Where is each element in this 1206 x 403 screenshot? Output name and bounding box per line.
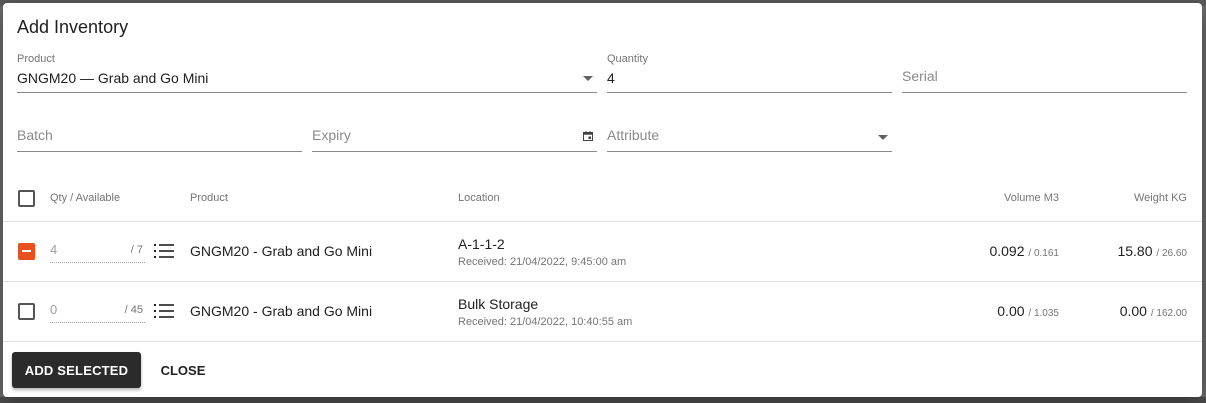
row-weight-value: 15.80 (1117, 243, 1153, 259)
list-icon[interactable] (154, 243, 174, 259)
column-header-qty: Qty / Available (50, 192, 121, 204)
table-divider (3, 281, 1202, 282)
column-header-volume: Volume M3 (1003, 192, 1059, 204)
column-header-location: Location (458, 192, 500, 204)
product-label: Product (17, 53, 55, 65)
expiry-field[interactable]: Expiry (312, 115, 597, 152)
row-product: GNGM20 - Grab and Go Mini (190, 303, 373, 319)
row-checkbox[interactable] (18, 303, 35, 320)
row-location: Bulk Storage (458, 296, 539, 312)
select-all-checkbox[interactable] (18, 190, 35, 207)
page-backdrop (0, 397, 1206, 403)
calendar-icon[interactable] (583, 131, 593, 141)
row-checkbox[interactable] (18, 243, 35, 260)
table-divider (3, 341, 1202, 342)
product-value: GNGM20 — Grab and Go Mini (17, 70, 209, 86)
add-selected-button[interactable]: ADD SELECTED (12, 352, 141, 388)
quantity-value: 4 (607, 70, 615, 86)
product-select[interactable]: Product GNGM20 — Grab and Go Mini (17, 53, 597, 93)
attribute-placeholder: Attribute (607, 127, 660, 143)
row-weight-value: 0.00 (1119, 303, 1147, 319)
row-quantity-input[interactable]: 4 / 7 (50, 240, 145, 263)
row-available: / 45 (124, 304, 143, 316)
row-quantity-value: 0 (50, 302, 58, 317)
expiry-placeholder: Expiry (312, 127, 351, 143)
row-volume-value: 0.092 (989, 243, 1025, 259)
row-weight-total: / 162.00 (1150, 308, 1187, 319)
row-available: / 7 (130, 244, 143, 256)
table-divider (3, 221, 1202, 222)
row-weight: 15.80 / 26.60 (1031, 243, 1187, 259)
chevron-down-icon[interactable] (583, 76, 593, 81)
serial-placeholder: Serial (902, 68, 938, 84)
row-weight: 0.00 / 162.00 (1031, 303, 1187, 319)
list-icon[interactable] (154, 303, 174, 319)
row-quantity-input[interactable]: 0 / 45 (50, 300, 145, 323)
column-header-weight: Weight KG (1134, 192, 1187, 204)
dialog-title: Add Inventory (17, 17, 129, 37)
quantity-field[interactable]: Quantity 4 (607, 53, 892, 93)
batch-placeholder: Batch (17, 127, 53, 143)
quantity-label: Quantity (607, 53, 648, 65)
column-header-product: Product (190, 192, 228, 204)
serial-field[interactable]: Serial (902, 53, 1187, 93)
row-product: GNGM20 - Grab and Go Mini (190, 243, 373, 259)
close-button[interactable]: CLOSE (151, 352, 215, 388)
row-weight-total: / 26.60 (1156, 248, 1187, 259)
attribute-select[interactable]: Attribute (607, 115, 892, 152)
row-location: A-1-1-2 (458, 236, 505, 252)
row-received: Received: 21/04/2022, 9:45:00 am (458, 256, 627, 268)
chevron-down-icon[interactable] (878, 135, 888, 140)
row-quantity-value: 4 (50, 242, 58, 257)
row-volume-value: 0.00 (997, 303, 1025, 319)
row-received: Received: 21/04/2022, 10:40:55 am (458, 316, 633, 328)
add-inventory-dialog: Add Inventory Product GNGM20 — Grab and … (3, 3, 1202, 397)
batch-field[interactable]: Batch (17, 115, 302, 152)
